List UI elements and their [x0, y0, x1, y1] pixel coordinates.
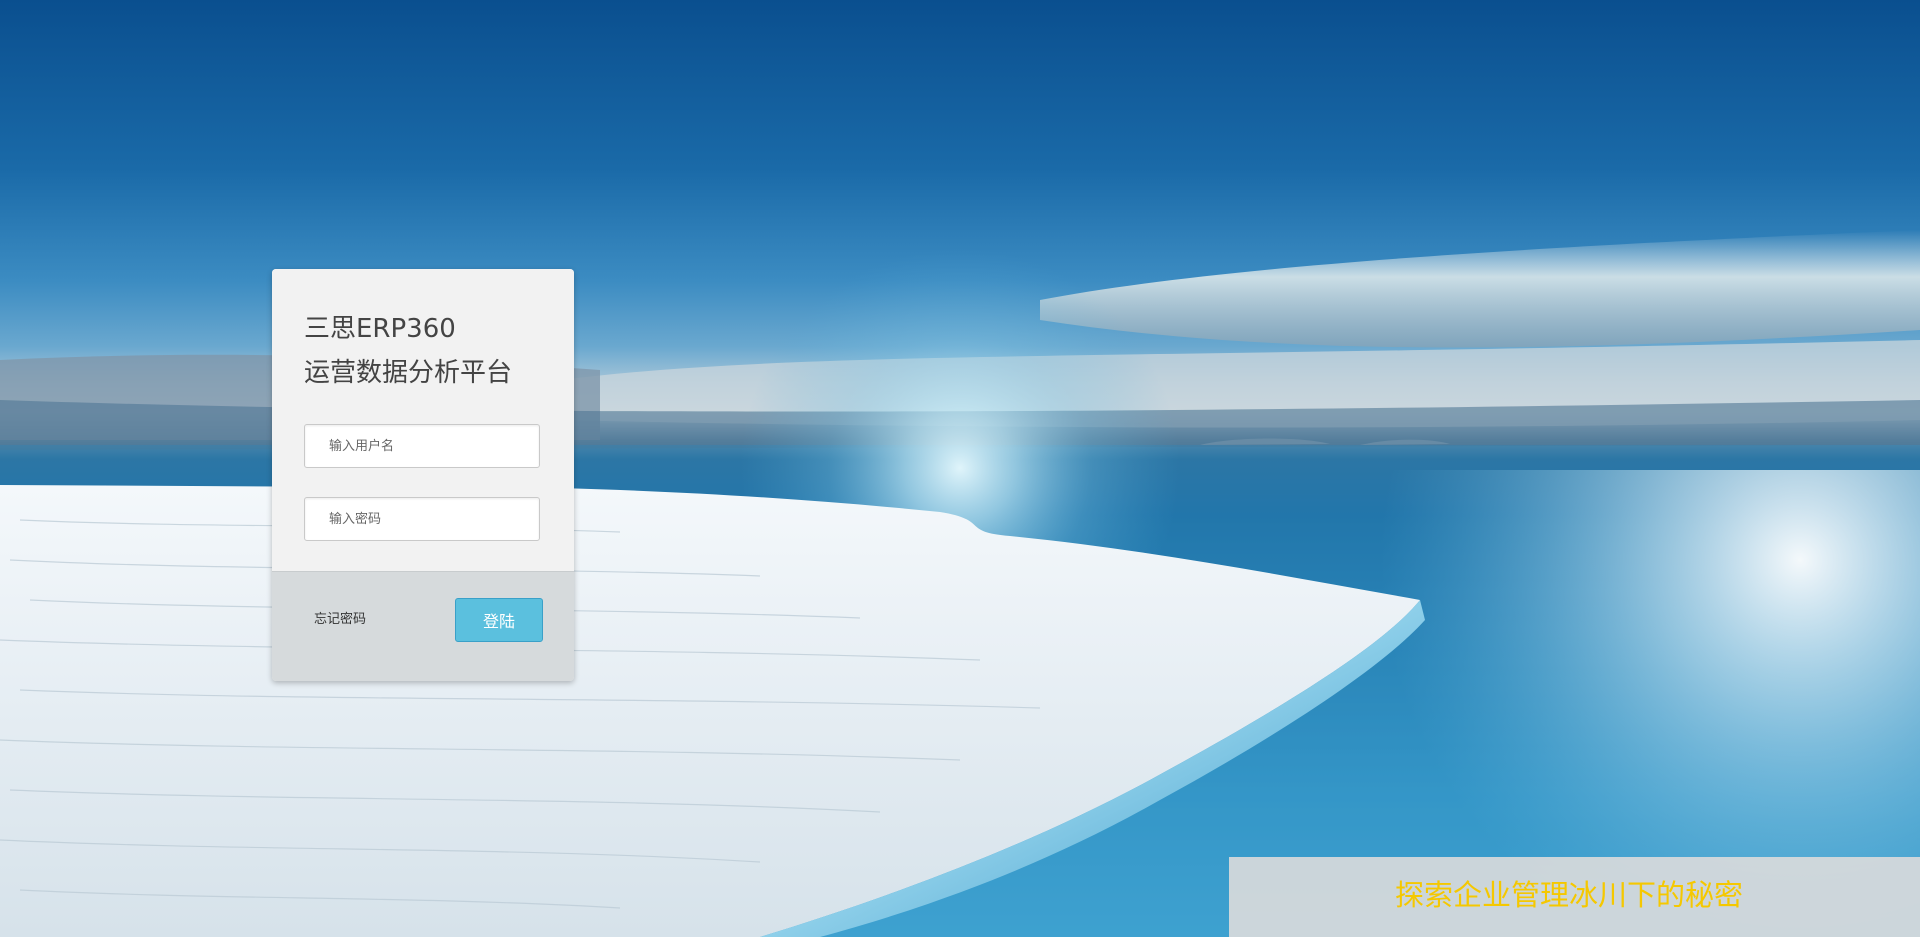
forgot-password-link[interactable]: 忘记密码	[314, 608, 366, 627]
title-line-platform: 运营数据分析平台	[304, 358, 513, 388]
slogan-text: 探索企业管理冰川下的秘密	[1395, 878, 1744, 912]
username-input[interactable]	[304, 424, 540, 468]
slogan-banner: 探索企业管理冰川下的秘密	[1229, 857, 1920, 937]
login-button[interactable]: 登陆	[455, 598, 543, 642]
background-scene: 三思ERP360 运营数据分析平台 忘记密码 登陆 探索企业管理冰川下的秘密	[0, 0, 1920, 937]
page-title: 三思ERP360 运营数据分析平台	[304, 307, 512, 395]
login-panel: 三思ERP360 运营数据分析平台 忘记密码 登陆	[272, 269, 574, 681]
title-line-brand: 三思ERP360	[304, 314, 456, 344]
password-input[interactable]	[304, 497, 540, 541]
login-actions-bar: 忘记密码 登陆	[272, 571, 574, 681]
login-form-area: 三思ERP360 运营数据分析平台	[272, 269, 574, 571]
